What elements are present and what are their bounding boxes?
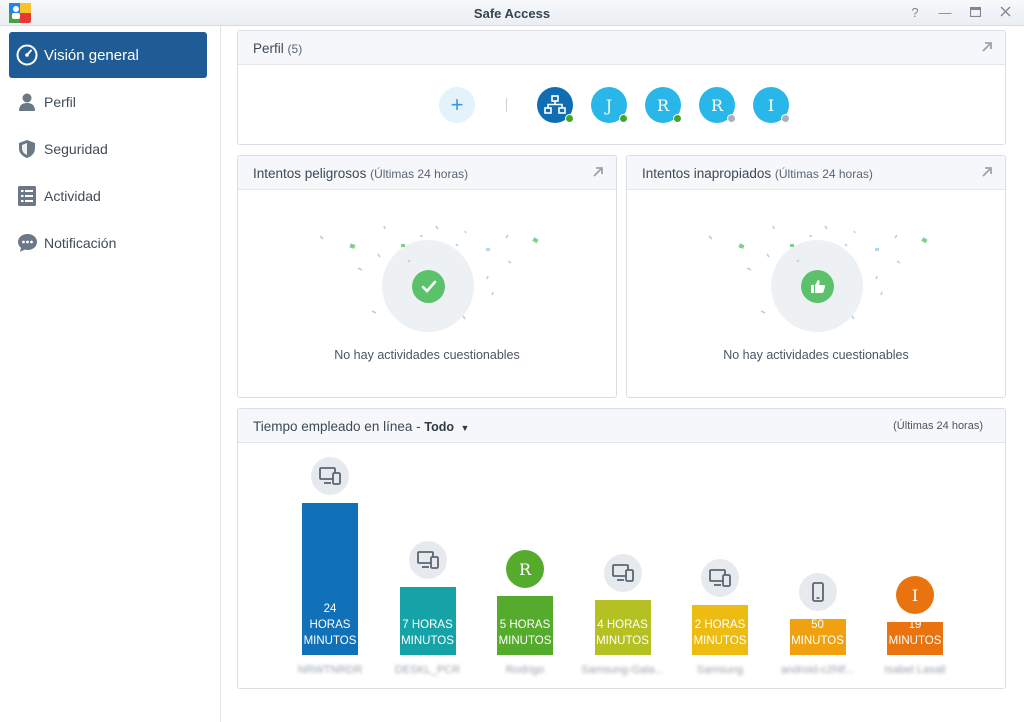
usage-bar-label: 4 HORAS MINUTOS [595,617,651,649]
card-header: Intentos inapropiados (Últimas 24 horas) [627,156,1005,190]
sidebar-item-profile[interactable]: Perfil [9,79,207,125]
online-time-card: Tiempo empleado en línea - Todo ▼ (Últim… [237,408,1006,689]
maximize-button[interactable] [966,4,984,22]
expand-icon[interactable] [592,166,604,178]
time-range-label: (Últimas 24 horas) [893,420,983,432]
list-icon [15,184,39,208]
empty-state-text: No hay actividades cuestionables [334,348,520,362]
expand-icon[interactable] [981,166,993,178]
card-header: Intentos peligrosos (Últimas 24 horas) [238,156,616,190]
usage-bar-label-line: 5 HORAS [499,619,551,631]
sidebar-item-overview[interactable]: Visión general [9,32,207,78]
dashboard-icon [15,43,39,67]
chevron-down-icon: ▼ [460,423,470,433]
device-name: NRWTNRDR [297,664,363,676]
usage-bar-label-line: 2 HORAS [694,619,746,631]
divider [506,98,507,112]
sidebar-item-label: Seguridad [44,141,108,157]
card-header: Tiempo empleado en línea - Todo ▼ (Últim… [238,409,1005,443]
status-online-dot [565,114,574,123]
usage-bar-label: 19 MINUTOS [887,617,943,649]
devices-icon [408,541,447,579]
usage-bar-label: 24 HORAS MINUTOS [302,601,358,649]
usage-bar[interactable]: 19 MINUTOS [887,619,943,655]
usage-bar-label-line: 50 [811,619,824,631]
shield-icon [15,137,39,161]
minimize-button[interactable]: — [936,4,954,22]
filter-dropdown[interactable]: Todo ▼ [424,420,469,434]
devices-icon [701,559,739,597]
usage-bar[interactable]: 50 MINUTOS [789,617,846,655]
status-online-dot [673,114,682,123]
network-icon [544,95,566,114]
usage-bar-label-line: MINUTOS [596,635,649,647]
usage-bar-label-line: 7 HORAS [402,619,453,631]
usage-bar-label: 2 HORAS MINUTOS [692,617,748,649]
close-button[interactable] [996,4,1014,22]
usage-bar[interactable]: 24 HORAS MINUTOS [302,503,358,655]
status-offline-dot [727,114,736,123]
person-icon [15,90,39,114]
usage-bar-label: 7 HORAS MINUTOS [400,617,456,649]
usage-bar-label-line: 4 HORAS [597,619,648,631]
empty-state-text: No hay actividades cuestionables [723,348,909,362]
expand-icon[interactable] [981,41,993,53]
status-online-dot [619,114,628,123]
usage-bar-label-line: MINUTOS [303,635,357,647]
usage-bar-label-line: MINUTOS [791,635,844,647]
usage-bar[interactable]: 4 HORAS MINUTOS [594,600,651,655]
sidebar-item-label: Visión general [44,46,139,64]
sidebar-item-label: Actividad [44,188,101,204]
device-name: DESKL_PCR [394,664,461,676]
card-title: Perfil (5) [253,41,303,56]
help-button[interactable]: ? [906,4,924,22]
card-title: Tiempo empleado en línea - Todo ▼ [253,419,470,434]
usage-bar-label: 50 MINUTOS [790,617,846,649]
usage-bar-label-line: MINUTOS [693,635,747,647]
device-name: Samsung [696,664,744,676]
devices-icon [311,457,349,495]
usage-bar[interactable]: 2 HORAS MINUTOS [692,605,748,655]
sidebar-item-label: Perfil [44,94,76,110]
usage-bar-label-line: MINUTOS [498,635,552,647]
profile-avatar[interactable]: R [506,550,544,588]
usage-bar[interactable]: 7 HORAS MINUTOS [399,587,456,655]
title-bar: Safe Access ? — [0,0,1024,26]
usage-bar-label-line: MINUTOS [888,635,942,647]
sidebar: Visión general Perfil Seguridad Activida… [0,26,221,722]
sidebar-item-label: Notificación [44,235,117,251]
check-icon [412,270,445,303]
chat-bubble-icon [15,231,39,255]
sidebar-item-activity[interactable]: Actividad [9,173,207,219]
phone-icon [798,573,837,611]
devices-icon [603,554,642,592]
sidebar-item-notification[interactable]: Notificación [9,220,207,266]
device-name: Rodrigo [505,664,545,676]
usage-bar-label-line: 19 [908,619,922,631]
add-profile-button[interactable]: + [439,87,475,123]
usage-bar-label: 5 HORAS MINUTOS [497,617,553,649]
dangerous-attempts-card: Intentos peligrosos (Últimas 24 horas) N… [237,155,617,398]
card-title: Intentos peligrosos (Últimas 24 horas) [253,166,469,181]
device-name: android-c2f4f... [780,664,855,676]
online-time-bars: 24 HORAS MINUTOS NRWTNRDR 7 HORAS MINUTOS DESK… [238,443,1005,688]
card-header: Perfil (5) [238,31,1005,65]
device-name: Isabel Lasall [884,664,946,676]
device-name: Samsung-Gala... [581,664,664,676]
profile-avatar[interactable]: I [896,576,934,614]
usage-bar-label-line: HORAS [309,619,351,631]
usage-bar-label-line: 24 [323,603,337,615]
inappropriate-attempts-card: Intentos inapropiados (Últimas 24 horas)… [626,155,1006,398]
status-offline-dot [781,114,790,123]
thumbs-up-icon [801,270,834,303]
window-title: Safe Access [473,6,551,21]
usage-bar[interactable]: 5 HORAS MINUTOS [497,596,553,655]
card-title: Intentos inapropiados (Últimas 24 horas) [642,166,873,181]
profile-card: Perfil (5) + J R R I [237,30,1006,145]
sidebar-item-security[interactable]: Seguridad [9,126,207,172]
usage-bar-label-line: MINUTOS [401,635,454,647]
